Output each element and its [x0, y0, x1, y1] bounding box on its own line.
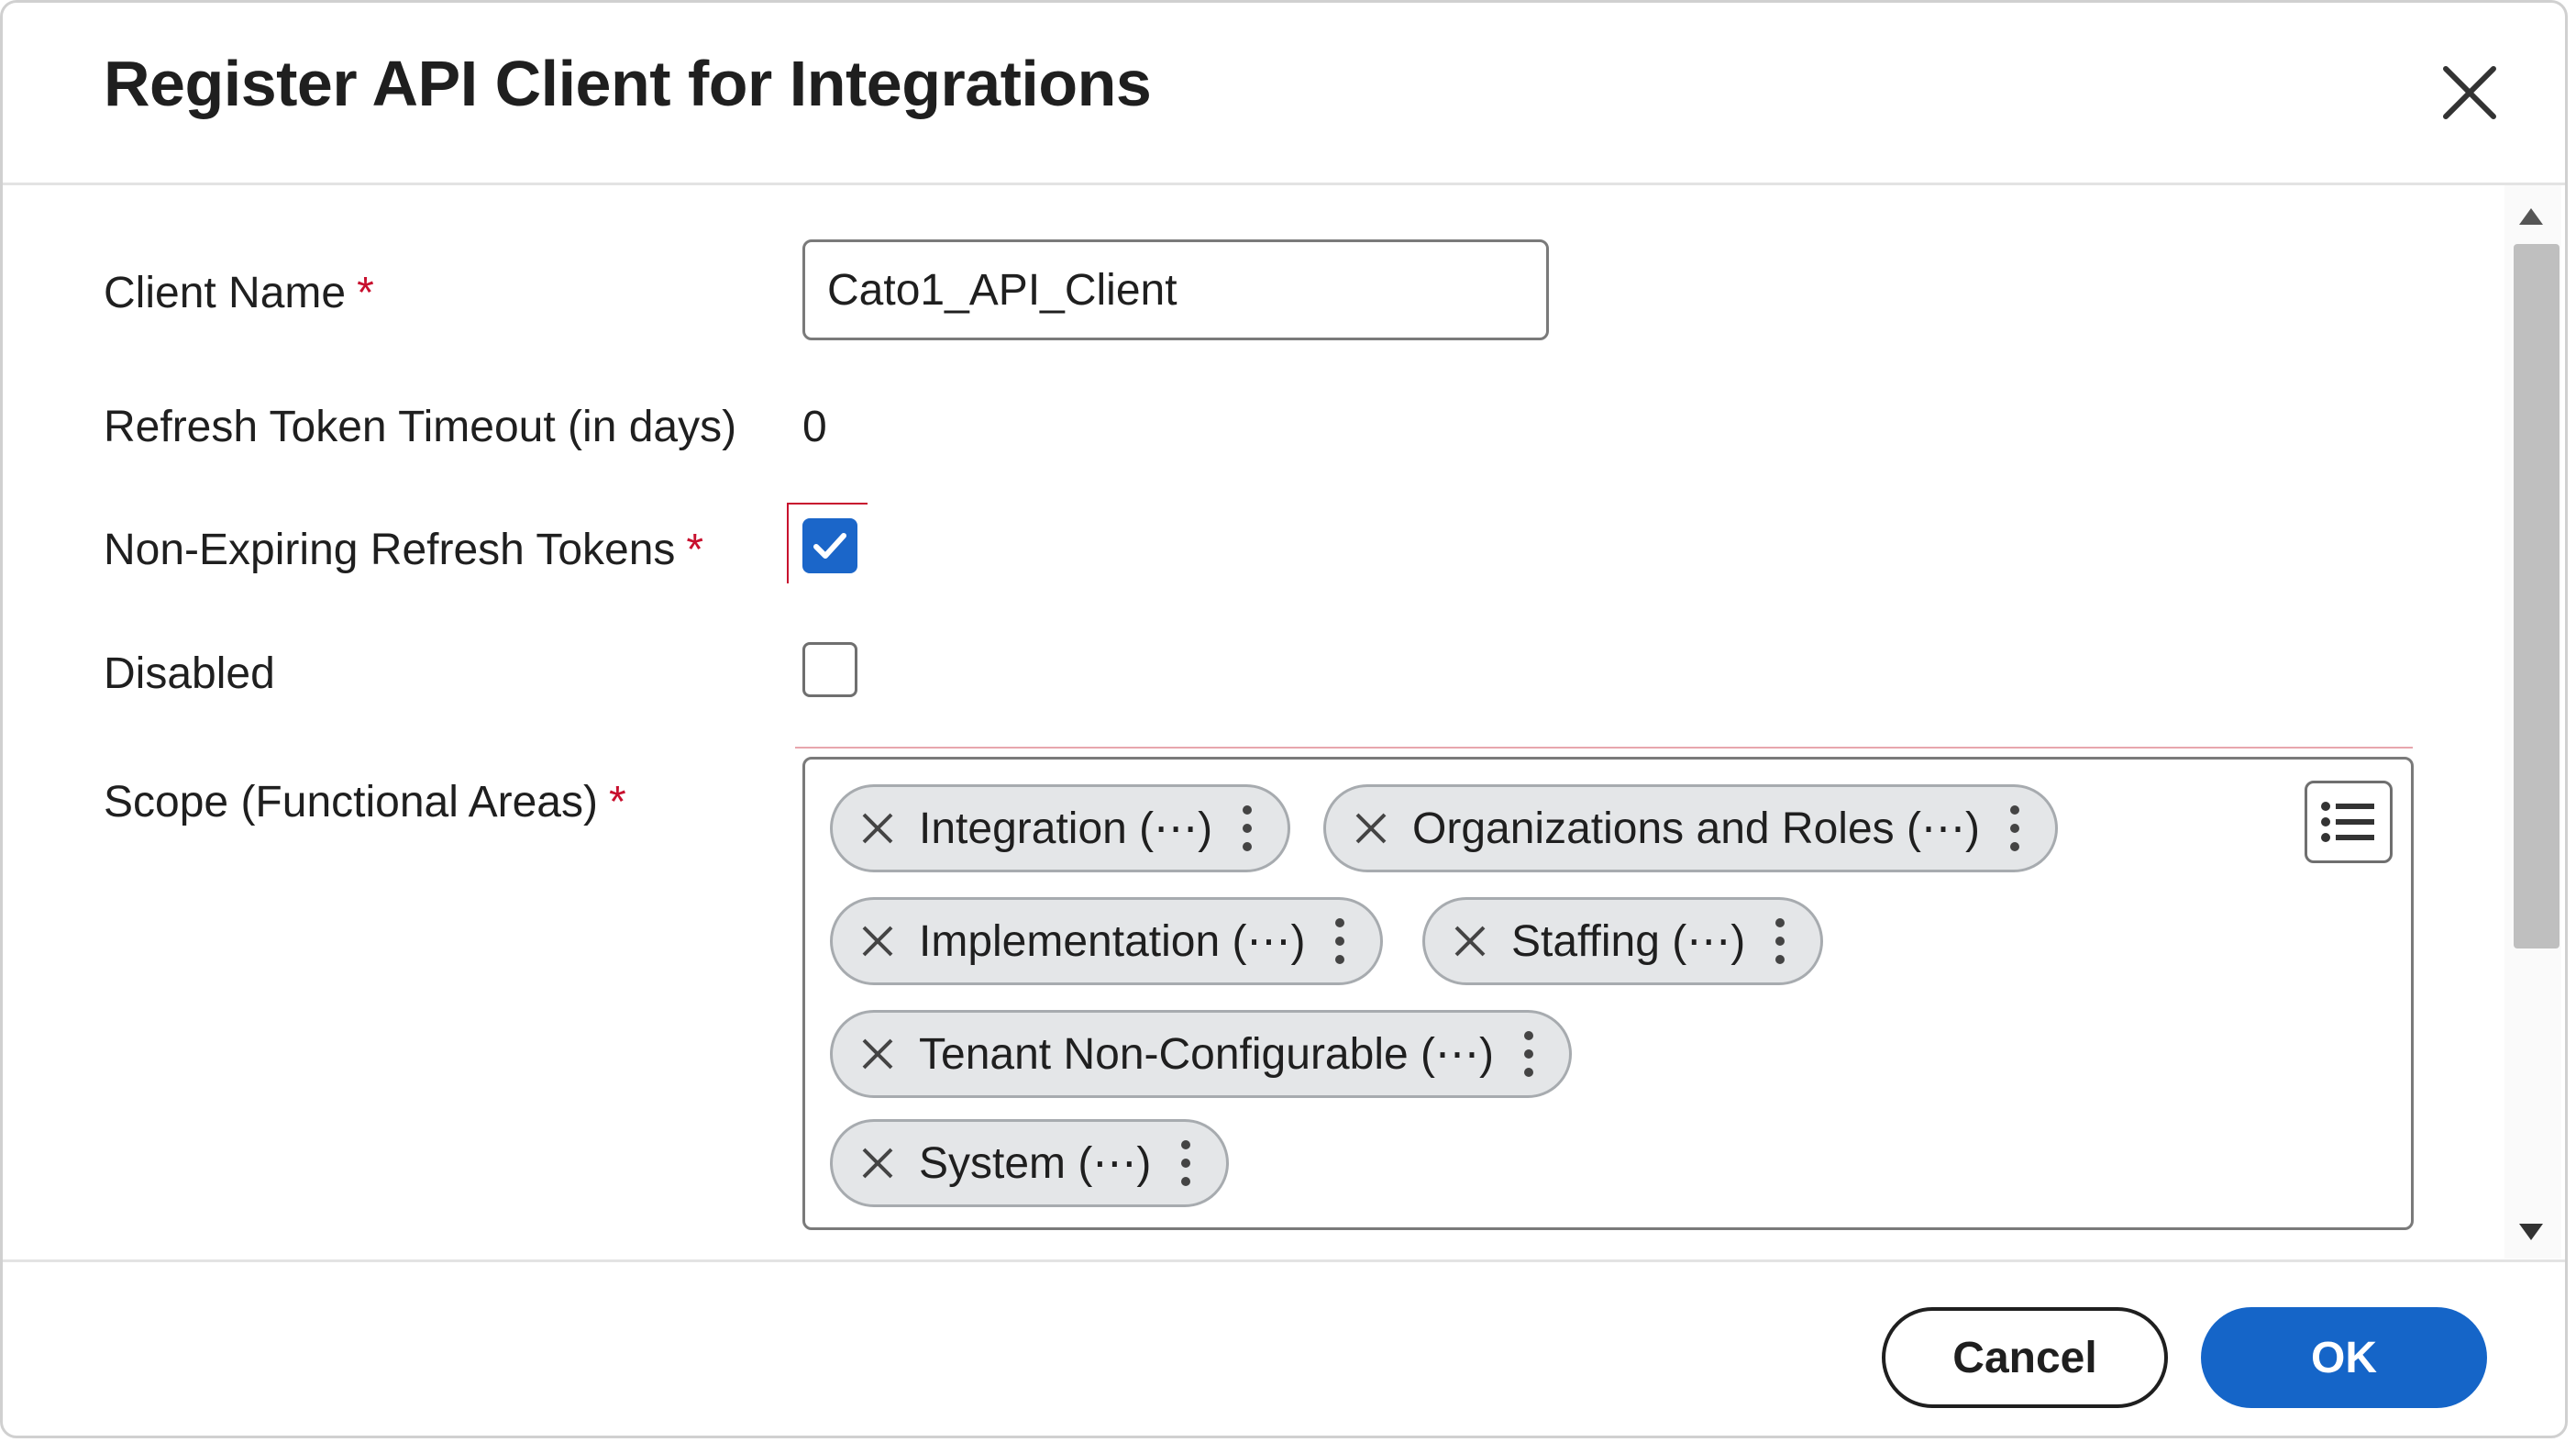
scroll-up-button[interactable]	[2515, 203, 2547, 230]
list-view-button[interactable]	[2305, 781, 2393, 863]
more-vertical-icon[interactable]	[2006, 803, 2024, 854]
non-expiring-label-text: Non-Expiring Refresh Tokens	[104, 526, 676, 574]
scrollbar-thumb[interactable]	[2514, 244, 2559, 948]
scope-pill[interactable]: Implementation (⋯)	[830, 897, 1384, 985]
scope-pill[interactable]: Organizations and Roles (⋯)	[1323, 784, 2058, 872]
remove-x-icon[interactable]	[857, 1033, 899, 1075]
scope-pill-label: Organizations and Roles (⋯)	[1412, 804, 1980, 853]
cancel-button[interactable]: Cancel	[1882, 1307, 2168, 1408]
scope-pill-label: Implementation (⋯)	[919, 917, 1306, 966]
more-vertical-icon[interactable]	[1331, 915, 1349, 967]
refresh-timeout-value: 0	[802, 403, 827, 451]
divider	[795, 747, 2413, 749]
scope-pill[interactable]: Tenant Non-Configurable (⋯)	[830, 1010, 1572, 1098]
dialog-title: Register API Client for Integrations	[104, 48, 1152, 119]
dialog-footer: Cancel OK	[3, 1259, 2565, 1436]
client-name-label: Client Name *	[104, 268, 374, 318]
register-api-client-dialog: Register API Client for Integrations Cli…	[0, 0, 2568, 1438]
more-vertical-icon[interactable]	[1771, 915, 1789, 967]
non-expiring-label: Non-Expiring Refresh Tokens *	[104, 525, 703, 575]
triangle-down-icon	[2519, 1224, 2543, 1240]
scope-pill[interactable]: System (⋯)	[830, 1119, 1230, 1207]
list-icon	[2321, 802, 2374, 842]
scope-pill-label: Integration (⋯)	[919, 804, 1213, 853]
refresh-timeout-label: Refresh Token Timeout (in days)	[104, 403, 737, 451]
ok-button[interactable]: OK	[2201, 1307, 2487, 1408]
scope-label-text: Scope (Functional Areas)	[104, 778, 598, 826]
more-vertical-icon[interactable]	[1520, 1028, 1538, 1080]
required-marker: *	[357, 269, 374, 317]
scope-pill[interactable]: Staffing (⋯)	[1422, 897, 1824, 985]
required-marker: *	[686, 526, 704, 574]
scope-pill-label: System (⋯)	[919, 1139, 1152, 1188]
disabled-checkbox[interactable]	[802, 642, 857, 697]
checkmark-icon	[813, 533, 846, 559]
client-name-input[interactable]	[802, 239, 1549, 340]
scroll-down-button[interactable]	[2515, 1218, 2547, 1246]
remove-x-icon[interactable]	[1449, 920, 1491, 962]
scope-pill-label: Tenant Non-Configurable (⋯)	[919, 1030, 1494, 1079]
non-expiring-checkbox[interactable]	[802, 518, 857, 573]
dialog-header: Register API Client for Integrations	[3, 3, 2565, 185]
scope-pill-label: Staffing (⋯)	[1511, 917, 1746, 966]
disabled-label: Disabled	[104, 649, 275, 698]
remove-x-icon[interactable]	[1350, 807, 1392, 849]
more-vertical-icon[interactable]	[1238, 803, 1256, 854]
remove-x-icon[interactable]	[857, 1142, 899, 1184]
more-vertical-icon[interactable]	[1177, 1137, 1195, 1189]
close-button[interactable]	[2433, 56, 2506, 129]
remove-x-icon[interactable]	[857, 920, 899, 962]
scope-multiselect[interactable]: Integration (⋯) Organizations and Roles …	[802, 757, 2414, 1230]
dialog-body: Client Name* Refresh Token Timeout (in d…	[3, 185, 2565, 1259]
client-name-label-text: Client Name	[104, 269, 347, 317]
required-marker: *	[608, 778, 626, 826]
close-icon	[2443, 66, 2496, 119]
triangle-up-icon	[2519, 208, 2543, 225]
remove-x-icon[interactable]	[857, 807, 899, 849]
scope-pill[interactable]: Integration (⋯)	[830, 784, 1291, 872]
scope-label: Scope (Functional Areas) *	[104, 777, 626, 827]
